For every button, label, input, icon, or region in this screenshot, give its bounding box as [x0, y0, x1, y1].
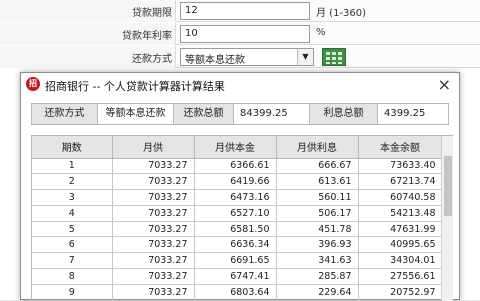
table-cell: 6473.16 — [194, 189, 277, 206]
table-cell: 7033.27 — [112, 189, 195, 206]
table-cell: 396.93 — [276, 236, 359, 254]
scrollbar-thumb[interactable] — [444, 156, 452, 216]
table-cell: 7033.27 — [112, 221, 195, 238]
table-row[interactable]: 7 7033.27 6691.65 341.63 34304.01 — [32, 252, 443, 270]
table-row[interactable]: 3 7033.27 6473.16 560.11 60740.58 — [32, 189, 443, 206]
table-row[interactable]: 2 7033.27 6419.66 613.61 67213.74 — [32, 173, 443, 191]
table-cell: 27556.61 — [358, 268, 443, 285]
table-cell: 6 — [32, 236, 113, 254]
table-header-row: 期数 月供 月供本金 月供利息 本金余额 — [32, 136, 443, 159]
table-cell: 7033.27 — [112, 158, 195, 175]
table-cell: 6747.41 — [194, 268, 277, 285]
method-label: 还款方式 — [132, 54, 172, 65]
table-cell: 6691.65 — [194, 252, 277, 270]
table-cell: 1 — [32, 158, 113, 175]
table-cell: 6366.61 — [194, 158, 277, 175]
table-cell: 2 — [32, 173, 113, 191]
table-cell: 4 — [32, 205, 113, 222]
table-cell: 3 — [32, 189, 113, 206]
table-cell: 20752.97 — [358, 284, 443, 301]
summary-method-value: 等额本息还款 — [98, 104, 174, 124]
summary-interest-value: 4399.25 — [378, 104, 448, 124]
table-cell: 506.17 — [276, 205, 359, 222]
table-cell: 34304.01 — [358, 252, 443, 270]
table-cell: 6636.34 — [194, 236, 277, 254]
table-cell: 7033.27 — [112, 284, 195, 301]
table-cell: 7033.27 — [112, 173, 195, 191]
table-row[interactable]: 6 7033.27 6636.34 396.93 40995.65 — [32, 236, 443, 254]
table-row[interactable]: 8 7033.27 6747.41 285.87 27556.61 — [32, 268, 443, 285]
result-dialog: 招 招商银行 -- 个人贷款计算器计算结果 × 还款方式 等额本息还款 还款总额… — [20, 72, 460, 301]
method-select[interactable]: 等额本息还款 ▼ — [180, 48, 314, 66]
table-cell: 285.87 — [276, 268, 359, 285]
term-label: 贷款期限 — [132, 8, 172, 19]
schedule-grid: 期数 月供 月供本金 月供利息 本金余额 1 7033.27 6366.61 666.… — [31, 135, 453, 301]
column-header[interactable]: 本金余额 — [358, 136, 443, 159]
rate-unit: % — [316, 27, 326, 38]
rate-label: 贷款年利率 — [122, 31, 172, 42]
dialog-title: 招商银行 -- 个人贷款计算器计算结果 — [45, 80, 225, 93]
table-cell: 341.63 — [276, 252, 359, 270]
table-cell: 7033.27 — [112, 252, 195, 270]
table-cell: 40995.65 — [358, 236, 443, 254]
table-row[interactable]: 4 7033.27 6527.10 506.17 54213.48 — [32, 205, 443, 222]
table-cell: 6581.50 — [194, 221, 277, 238]
close-icon[interactable]: × — [438, 75, 451, 94]
summary-interest-label: 利息总额 — [310, 104, 378, 124]
summary-method-label: 还款方式 — [32, 104, 98, 124]
method-selected-value: 等额本息还款 — [185, 55, 245, 66]
table-row[interactable]: 5 7033.27 6581.50 451.78 47631.99 — [32, 221, 443, 238]
table-cell: 5 — [32, 221, 113, 238]
table-cell: 613.61 — [276, 173, 359, 191]
table-cell: 451.78 — [276, 221, 359, 238]
table-cell: 9 — [32, 284, 113, 301]
column-header[interactable]: 月供 — [112, 136, 195, 159]
table-cell: 67213.74 — [358, 173, 443, 191]
table-row[interactable]: 1 7033.27 6366.61 666.67 73633.40 — [32, 158, 443, 175]
table-cell: 560.11 — [276, 189, 359, 206]
table-cell: 6527.10 — [194, 205, 277, 222]
table-cell: 60740.58 — [358, 189, 443, 206]
column-header[interactable]: 月供利息 — [276, 136, 359, 159]
table-cell: 73633.40 — [358, 158, 443, 175]
chevron-down-icon[interactable]: ▼ — [297, 49, 313, 65]
summary-total-value: 84399.25 — [234, 104, 310, 124]
table-cell: 8 — [32, 268, 113, 285]
form-row-method: 还款方式 等额本息还款 ▼ — [0, 46, 480, 68]
schedule-table: 期数 月供 月供本金 月供利息 本金余额 1 7033.27 6366.61 666.… — [32, 136, 443, 301]
calculator-icon[interactable] — [322, 48, 346, 66]
table-cell: 7033.27 — [112, 236, 195, 254]
table-row[interactable]: 9 7033.27 6803.64 229.64 20752.97 — [32, 284, 443, 301]
term-input[interactable]: 12 — [180, 2, 310, 20]
table-cell: 47631.99 — [358, 221, 443, 238]
bank-logo-icon: 招 — [26, 77, 40, 91]
summary-bar: 还款方式 等额本息还款 还款总额 84399.25 利息总额 4399.25 — [31, 103, 449, 125]
table-cell: 666.67 — [276, 158, 359, 175]
form-row-term: 贷款期限 12 月 (1-360) — [0, 0, 480, 22]
vertical-scrollbar[interactable] — [441, 136, 453, 301]
table-cell: 7033.27 — [112, 205, 195, 222]
rate-input[interactable]: 10 — [180, 25, 310, 43]
summary-total-label: 还款总额 — [174, 104, 234, 124]
table-cell: 6803.64 — [194, 284, 277, 301]
table-cell: 7033.27 — [112, 268, 195, 285]
table-cell: 6419.66 — [194, 173, 277, 191]
table-cell: 54213.48 — [358, 205, 443, 222]
table-cell: 7 — [32, 252, 113, 270]
dialog-titlebar[interactable]: 招 招商银行 -- 个人贷款计算器计算结果 × — [21, 73, 459, 95]
column-header[interactable]: 期数 — [32, 136, 113, 159]
column-header[interactable]: 月供本金 — [194, 136, 277, 159]
term-unit: 月 (1-360) — [316, 8, 367, 19]
form-row-rate: 贷款年利率 10 % — [0, 23, 480, 45]
table-cell: 229.64 — [276, 284, 359, 301]
